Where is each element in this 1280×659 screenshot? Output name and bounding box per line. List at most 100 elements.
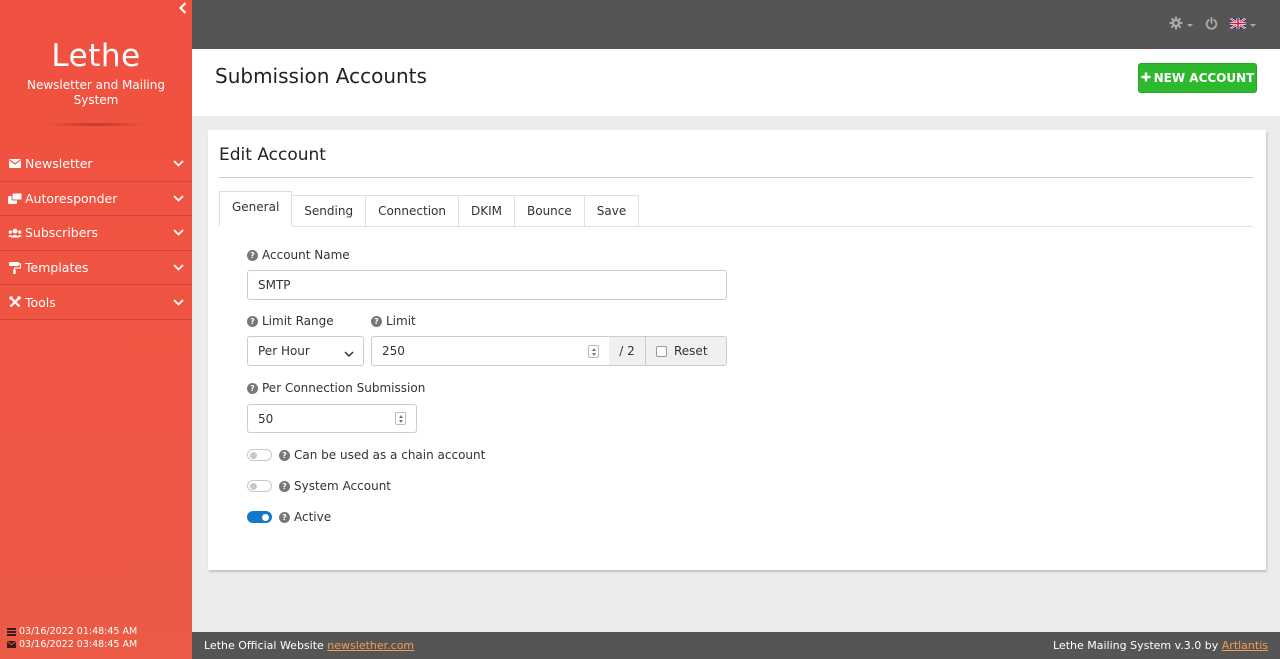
caret-down-icon [1187,23,1193,27]
new-account-label: NEW ACCOUNT [1153,71,1255,85]
limit-divisor-text: / 2 [619,344,635,358]
sidebar-item-label: Subscribers [25,225,99,241]
new-account-button[interactable]: NEW ACCOUNT [1138,63,1257,93]
chevron-down-icon [172,262,184,274]
per-connection-label: ? Per Connection Submission [247,381,425,395]
tab-sending[interactable]: Sending [292,195,367,227]
account-name-label: ? Account Name [247,248,350,262]
language-menu[interactable] [1229,16,1256,33]
page-title: Submission Accounts [215,64,427,88]
sidebar-item-label: Newsletter [25,156,93,172]
chevron-down-icon [172,227,184,239]
server-time-row: 03/16/2022 01:48:45 AM [7,625,137,638]
help-icon[interactable]: ? [371,315,382,327]
sidebar-item-label: Autoresponder [25,190,118,206]
sidebar-item-label: Tools [25,294,56,310]
account-name-value: SMTP [258,278,291,292]
users-icon [8,227,22,239]
footer-left: Lethe Official Website newslether.com [204,639,414,652]
stepper-icon[interactable] [395,412,406,425]
card-title: Edit Account [219,145,326,165]
autoresponder-icon [8,192,22,204]
limit-value: 250 [382,344,405,358]
system-account-label: System Account [294,479,392,493]
active-row: ? Active [247,510,331,524]
topbar-actions [1169,16,1256,34]
chevron-down-icon [172,296,184,308]
help-icon[interactable]: ? [279,480,290,492]
paint-roller-icon [8,261,22,274]
per-connection-value: 50 [258,411,274,426]
limit-range-label-text: Limit Range [262,314,334,328]
per-connection-label-text: Per Connection Submission [262,381,426,395]
reset-label: Reset [674,344,708,358]
footer: Lethe Official Website newslether.com Le… [192,632,1280,659]
account-name-input[interactable]: SMTP [247,270,727,300]
tab-connection[interactable]: Connection [366,195,459,227]
limit-label: ? Limit [371,314,416,328]
sidebar-item-templates[interactable]: Templates [0,251,192,286]
footer-left-text: Lethe Official Website [204,639,324,652]
limit-range-label: ? Limit Range [247,314,334,328]
collapse-sidebar-icon[interactable] [176,2,190,18]
brand-title: Lethe [51,38,141,74]
per-connection-input[interactable]: 50 [247,404,417,433]
sidebar-clock: 03/16/2022 01:48:45 AM 03/16/2022 03:48:… [7,625,137,651]
active-label: Active [294,510,332,524]
limit-range-value: Per Hour [258,344,310,358]
chain-account-toggle[interactable] [247,449,272,461]
plus-icon [1141,71,1151,85]
system-account-toggle[interactable] [247,480,272,492]
power-icon [1205,16,1218,34]
official-website-link[interactable]: newslether.com [327,639,414,652]
tab-save[interactable]: Save [584,195,640,227]
help-icon[interactable]: ? [279,511,290,523]
reset-checkbox[interactable]: Reset [645,336,727,366]
uk-flag-icon [1229,16,1247,33]
sidebar-item-subscribers[interactable]: Subscribers [0,216,192,251]
system-account-row: ? System Account [247,479,391,493]
sidebar-nav: Newsletter Autoresponder Subscribers Tem… [0,147,192,320]
tab-bounce[interactable]: Bounce [515,195,585,227]
help-icon[interactable]: ? [247,249,258,261]
checkbox[interactable] [656,345,667,357]
logout-button[interactable] [1205,16,1218,34]
page-header: Submission Accounts NEW ACCOUNT [192,49,1280,116]
help-icon[interactable]: ? [247,382,258,394]
help-icon[interactable]: ? [247,315,258,327]
sidebar-item-autoresponder[interactable]: Autoresponder [0,182,192,217]
mail-time: 03/16/2022 03:48:45 AM [19,639,138,650]
card-divider [219,177,1253,178]
account-name-label-text: Account Name [262,248,350,262]
tab-dkim[interactable]: DKIM [458,195,515,227]
chain-account-label: Can be used as a chain account [294,448,486,462]
help-icon[interactable]: ? [279,449,290,461]
limit-range-select[interactable]: Per Hour [247,336,364,366]
envelope-icon [7,641,16,649]
settings-menu[interactable] [1169,16,1193,34]
account-tabs: General Sending Connection DKIM Bounce S… [219,191,640,227]
brand-divider [46,123,146,126]
sidebar-item-tools[interactable]: Tools [0,285,192,320]
limit-divisor: / 2 [609,336,646,366]
envelope-icon [8,158,22,170]
stepper-icon[interactable] [588,345,599,358]
tools-icon [8,296,22,308]
gear-icon [1169,16,1183,34]
chevron-down-icon [172,192,184,204]
tab-general[interactable]: General [219,191,293,227]
chevron-down-icon [344,347,354,361]
topbar [192,0,1280,49]
brand-subtitle: Newsletter and Mailing System [26,78,165,107]
artlantis-link[interactable]: Artlantis [1222,639,1268,652]
edit-account-card: Edit Account General Sending Connection … [208,130,1266,570]
active-toggle[interactable] [247,511,272,523]
sidebar: Lethe Newsletter and Mailing System News… [0,0,192,659]
server-time: 03/16/2022 01:48:45 AM [19,626,138,637]
server-icon [7,627,16,636]
limit-label-text: Limit [386,314,416,328]
sidebar-item-newsletter[interactable]: Newsletter [0,147,192,182]
brand: Lethe Newsletter and Mailing System [0,38,192,108]
sidebar-item-label: Templates [25,260,89,276]
limit-input[interactable]: 250 [371,336,610,366]
